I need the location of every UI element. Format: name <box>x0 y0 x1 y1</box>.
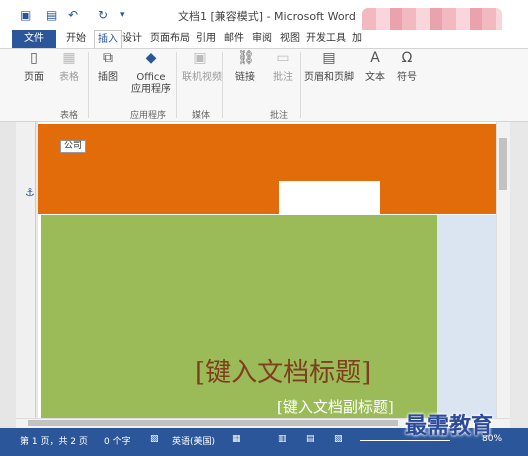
vertical-ruler <box>16 122 36 428</box>
ribbon-button-label: Office 应用程序 <box>131 72 171 95</box>
word-count-indicator[interactable]: 0 个字 <box>104 434 131 447</box>
tab-8[interactable]: 视图 <box>280 30 300 48</box>
tab-7[interactable]: 审阅 <box>252 30 272 48</box>
ribbon-separator <box>88 52 89 118</box>
cover-side-column <box>437 215 496 425</box>
ribbon-button-header-footer[interactable]: ▤ 页眉和页脚 <box>304 50 354 84</box>
ribbon-button-comment[interactable]: ▭ 批注 <box>268 50 298 84</box>
tab-5[interactable]: 引用 <box>196 30 216 48</box>
comment-icon: ▭ <box>276 50 290 66</box>
text-icon: A <box>370 50 380 66</box>
vertical-scroll-thumb[interactable] <box>499 138 507 190</box>
customize-quick-access-icon[interactable]: ▾ <box>120 8 125 22</box>
office-apps-icon: ◆ <box>145 50 157 66</box>
link-icon: ⛓ <box>237 50 255 66</box>
table-icon: ▦ <box>62 50 76 66</box>
ribbon-button-label: 符号 <box>397 72 417 83</box>
company-field[interactable]: 公司 <box>60 140 87 153</box>
ribbon-button-label: 表格 <box>59 72 79 83</box>
ribbon-button-table[interactable]: ▦ 表格 <box>52 50 86 84</box>
save-icon[interactable]: ▤ <box>46 8 57 22</box>
ribbon-button-label: 页眉和页脚 <box>304 72 354 83</box>
illustrations-icon: ⧉ <box>103 50 113 66</box>
undo-icon[interactable]: ↶ <box>68 8 78 22</box>
macro-icon[interactable]: ▦ <box>232 434 241 444</box>
tab-10[interactable]: 加 <box>352 30 362 48</box>
ribbon-button-label: 插图 <box>98 72 118 83</box>
ribbon-separator <box>176 52 177 118</box>
watermark: 最需教育 <box>405 414 494 439</box>
tab-9[interactable]: 开发工具 <box>306 30 346 48</box>
document-title-placeholder[interactable]: [键入文档标题] <box>195 352 371 389</box>
ribbon-button-page[interactable]: ▯ 页面 <box>20 50 48 84</box>
header-footer-icon: ▤ <box>322 50 336 66</box>
ribbon-button-label: 链接 <box>235 72 255 83</box>
symbol-icon: Ω <box>401 50 413 66</box>
ribbon-button-text[interactable]: A 文本 <box>362 50 388 84</box>
horizontal-scroll-thumb[interactable] <box>28 420 398 426</box>
redo-icon[interactable]: ↻ <box>98 8 108 22</box>
ribbon-separator <box>222 52 223 118</box>
ribbon-button-label: 联机视频 <box>182 72 222 83</box>
language-indicator[interactable]: 英语(美国) <box>172 434 215 447</box>
left-margin <box>0 122 16 428</box>
tab-2[interactable]: 插入 <box>94 30 122 48</box>
ribbon-button-illustrations[interactable]: ⧉ 插图 <box>94 50 122 84</box>
anchor-icon: ⚓ <box>25 186 35 199</box>
page-icon: ▯ <box>30 50 38 66</box>
ribbon-button-label: 页面 <box>24 72 44 83</box>
ribbon-separator <box>300 52 301 118</box>
ribbon-button-link[interactable]: ⛓ 链接 <box>230 50 260 84</box>
ribbon-group-label: 媒体 <box>192 111 211 121</box>
tab-file[interactable]: 文件 <box>12 30 56 48</box>
ribbon-button-label: 文本 <box>365 72 385 83</box>
window-title: 文档1 [兼容模式] - Microsoft Word <box>178 10 356 23</box>
ribbon-button-office-apps[interactable]: ◆ Office 应用程序 <box>126 50 176 96</box>
print-layout-icon[interactable]: ▤ <box>306 434 315 444</box>
word-app-icon: ▣ <box>20 8 32 22</box>
ribbon-group-label: 表格 <box>60 111 79 121</box>
ribbon-group-label: 应用程序 <box>130 111 167 121</box>
tab-4[interactable]: 页面布局 <box>150 30 190 48</box>
ribbon-button-online-video[interactable]: ▣ 联机视频 <box>182 50 222 84</box>
web-layout-icon[interactable]: ▧ <box>334 434 343 444</box>
proofing-icon[interactable]: ▨ <box>150 434 159 444</box>
tab-1[interactable]: 开始 <box>66 30 86 48</box>
online-video-icon: ▣ <box>193 50 207 66</box>
cover-header-band <box>38 124 496 214</box>
zoom-slider[interactable] <box>360 440 450 441</box>
read-mode-icon[interactable]: ▥ <box>278 434 287 444</box>
tab-3[interactable]: 设计 <box>122 30 142 48</box>
page-count-indicator[interactable]: 第 1 页，共 2 页 <box>20 434 88 447</box>
ribbon-button-label: 批注 <box>273 72 293 83</box>
cover-title-panel <box>41 215 437 425</box>
document-subtitle-placeholder[interactable]: [键入文档副标题] <box>277 396 394 417</box>
ribbon-button-symbol[interactable]: Ω 符号 <box>394 50 420 84</box>
tab-6[interactable]: 邮件 <box>224 30 244 48</box>
ribbon-group-label: 批注 <box>270 111 289 121</box>
